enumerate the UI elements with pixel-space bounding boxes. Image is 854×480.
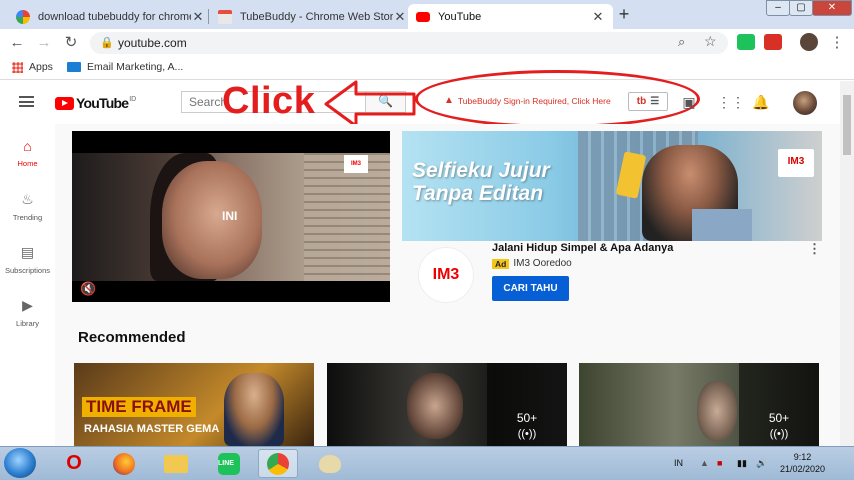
address-bar[interactable]: 🔒 youtube.com ⌕ ☆ xyxy=(90,32,728,54)
close-tab-icon[interactable]: ✕ xyxy=(591,9,605,25)
sidebar-item-subscriptions[interactable]: ▤ Subscriptions xyxy=(0,244,55,275)
google-icon xyxy=(16,9,30,24)
video-overlay-text: INI xyxy=(222,209,238,223)
thumbnail-person xyxy=(697,381,737,441)
playlist-overlay: 50+ ((•)) xyxy=(487,363,567,446)
thumbnail-person xyxy=(224,373,284,446)
notifications-bell-icon[interactable]: 🔔 xyxy=(752,94,770,112)
tubebuddy-signin-link[interactable]: ▲ TubeBuddy Sign-in Required, Click Here xyxy=(444,95,611,106)
firefox-taskbar-icon[interactable] xyxy=(104,449,144,478)
chrome-taskbar-icon[interactable] xyxy=(258,449,298,478)
bookmark-apps[interactable]: Apps xyxy=(12,61,53,73)
maximize-button[interactable]: ▢ xyxy=(789,0,813,16)
scrollbar-thumb[interactable] xyxy=(843,95,851,155)
ad-badge: Ad xyxy=(492,258,510,269)
page-scrollbar[interactable] xyxy=(840,81,854,446)
banner-brand-logo: IM3 xyxy=(778,149,814,177)
create-video-icon[interactable]: ▣ xyxy=(680,94,698,112)
tray-app-icon[interactable]: ■ xyxy=(717,458,722,468)
playlist-thumbnail[interactable]: 50+ ((•)) xyxy=(327,363,567,446)
apps-grid-icon xyxy=(12,61,23,73)
show-hidden-icons[interactable]: ▲ xyxy=(700,458,709,468)
red-arrow-annotation xyxy=(324,80,416,128)
mute-icon[interactable]: 🔇 xyxy=(80,281,96,297)
ad-title[interactable]: Jalani Hidup Simpel & Apa Adanya xyxy=(492,242,673,254)
tubebuddy-extension-icon[interactable] xyxy=(764,34,782,50)
thumbnail-person xyxy=(407,373,463,439)
banner-jacket xyxy=(692,209,752,241)
banner-headline: Selfieku Jujur Tanpa Editan xyxy=(412,159,550,205)
back-icon[interactable]: ← xyxy=(8,34,26,52)
zoom-icon[interactable]: ⌕ xyxy=(678,34,685,50)
thumbnail-title-text: TIME FRAME xyxy=(82,397,196,417)
bookmark-star-icon[interactable]: ☆ xyxy=(704,33,717,50)
close-tab-icon[interactable]: ✕ xyxy=(191,9,205,25)
profile-avatar-icon[interactable] xyxy=(800,33,818,51)
close-window-button[interactable]: ✕ xyxy=(812,0,852,16)
forward-icon[interactable]: → xyxy=(35,34,53,52)
lock-icon: 🔒 xyxy=(100,37,114,49)
bookmark-email-marketing[interactable]: Email Marketing, A... xyxy=(67,61,183,73)
advertiser-name: IM3 Ooredoo xyxy=(513,258,572,269)
language-indicator[interactable]: IN xyxy=(674,458,683,468)
home-icon: ⌂ xyxy=(23,138,32,154)
sidebar-item-home[interactable]: ⌂ Home xyxy=(0,138,55,168)
flame-icon: ♨ xyxy=(21,191,34,207)
warning-icon: ▲ xyxy=(444,95,454,106)
sidebar-item-library[interactable]: ▶ Library xyxy=(0,297,55,328)
minimize-button[interactable]: – xyxy=(766,0,790,16)
volume-icon[interactable]: 🔊 xyxy=(756,458,767,469)
playlist-broadcast-icon: ((•)) xyxy=(517,428,537,440)
video-brand-logo: IM3 xyxy=(344,155,368,173)
playlist-thumbnail[interactable]: 50+ ((•)) xyxy=(579,363,819,446)
section-heading: Recommended xyxy=(78,329,186,346)
youtube-play-icon xyxy=(55,96,74,110)
new-tab-button[interactable]: + xyxy=(613,5,635,25)
ad-banner[interactable]: Selfieku Jujur Tanpa Editan IM3 xyxy=(402,131,822,241)
youtube-logo[interactable]: YouTube ID xyxy=(55,95,136,111)
library-icon: ▶ xyxy=(22,297,33,313)
youtube-favicon-icon xyxy=(416,11,430,22)
menu-kebab-icon[interactable]: ⋮ xyxy=(828,34,846,52)
ad-meta: Ad IM3 Ooredoo xyxy=(492,258,572,269)
close-tab-icon[interactable]: ✕ xyxy=(393,9,407,25)
video-thumbnail[interactable]: TIME FRAME RAHASIA MASTER GEMA xyxy=(74,363,314,446)
line-taskbar-icon[interactable]: LINE xyxy=(209,449,249,478)
chrome-web-store-icon xyxy=(218,9,232,24)
advertiser-logo[interactable]: IM3 xyxy=(418,247,474,303)
tab-youtube[interactable]: YouTube ✕ xyxy=(408,4,613,29)
ad-cta-button[interactable]: CARI TAHU xyxy=(492,276,569,301)
account-avatar[interactable] xyxy=(793,91,817,115)
thumbnail-subtitle-text: RAHASIA MASTER GEMA xyxy=(84,423,220,435)
click-annotation: Click xyxy=(222,80,316,122)
subscriptions-icon: ▤ xyxy=(20,244,35,260)
video-face xyxy=(162,161,262,279)
tab-tubebuddy-store[interactable]: TubeBuddy - Chrome Web Store ✕ xyxy=(210,4,415,29)
tubebuddy-menu-button[interactable]: tb ☰ xyxy=(628,92,668,111)
network-icon[interactable]: ▮▮ xyxy=(737,458,747,469)
sidebar-item-trending[interactable]: ♨ Trending xyxy=(0,191,55,222)
url-text: youtube.com xyxy=(118,36,187,50)
apps-grid-icon[interactable]: ⋮⋮ xyxy=(717,94,745,112)
more-options-icon[interactable]: ⋮ xyxy=(808,241,821,257)
reload-icon[interactable]: ↻ xyxy=(62,34,80,52)
menu-lines-icon: ☰ xyxy=(650,96,660,107)
explorer-taskbar-icon[interactable] xyxy=(156,449,196,478)
hamburger-menu-icon[interactable] xyxy=(19,96,34,107)
tab-tubebuddy-search[interactable]: download tubebuddy for chrome ✕ xyxy=(8,4,213,29)
playlist-overlay: 50+ ((•)) xyxy=(739,363,819,446)
playlist-broadcast-icon: ((•)) xyxy=(769,428,789,440)
system-clock[interactable]: 9:12 21/02/2020 xyxy=(780,451,825,475)
mail-icon xyxy=(67,62,81,72)
opera-taskbar-icon[interactable]: O xyxy=(54,449,94,478)
line-extension-icon[interactable] xyxy=(737,34,755,50)
ad-video-player[interactable]: INI IM3 🔇 xyxy=(72,131,390,302)
youtube-sidebar xyxy=(0,124,55,446)
tab-divider xyxy=(208,9,209,24)
paint-taskbar-icon[interactable] xyxy=(310,449,350,478)
start-button[interactable] xyxy=(4,448,36,478)
